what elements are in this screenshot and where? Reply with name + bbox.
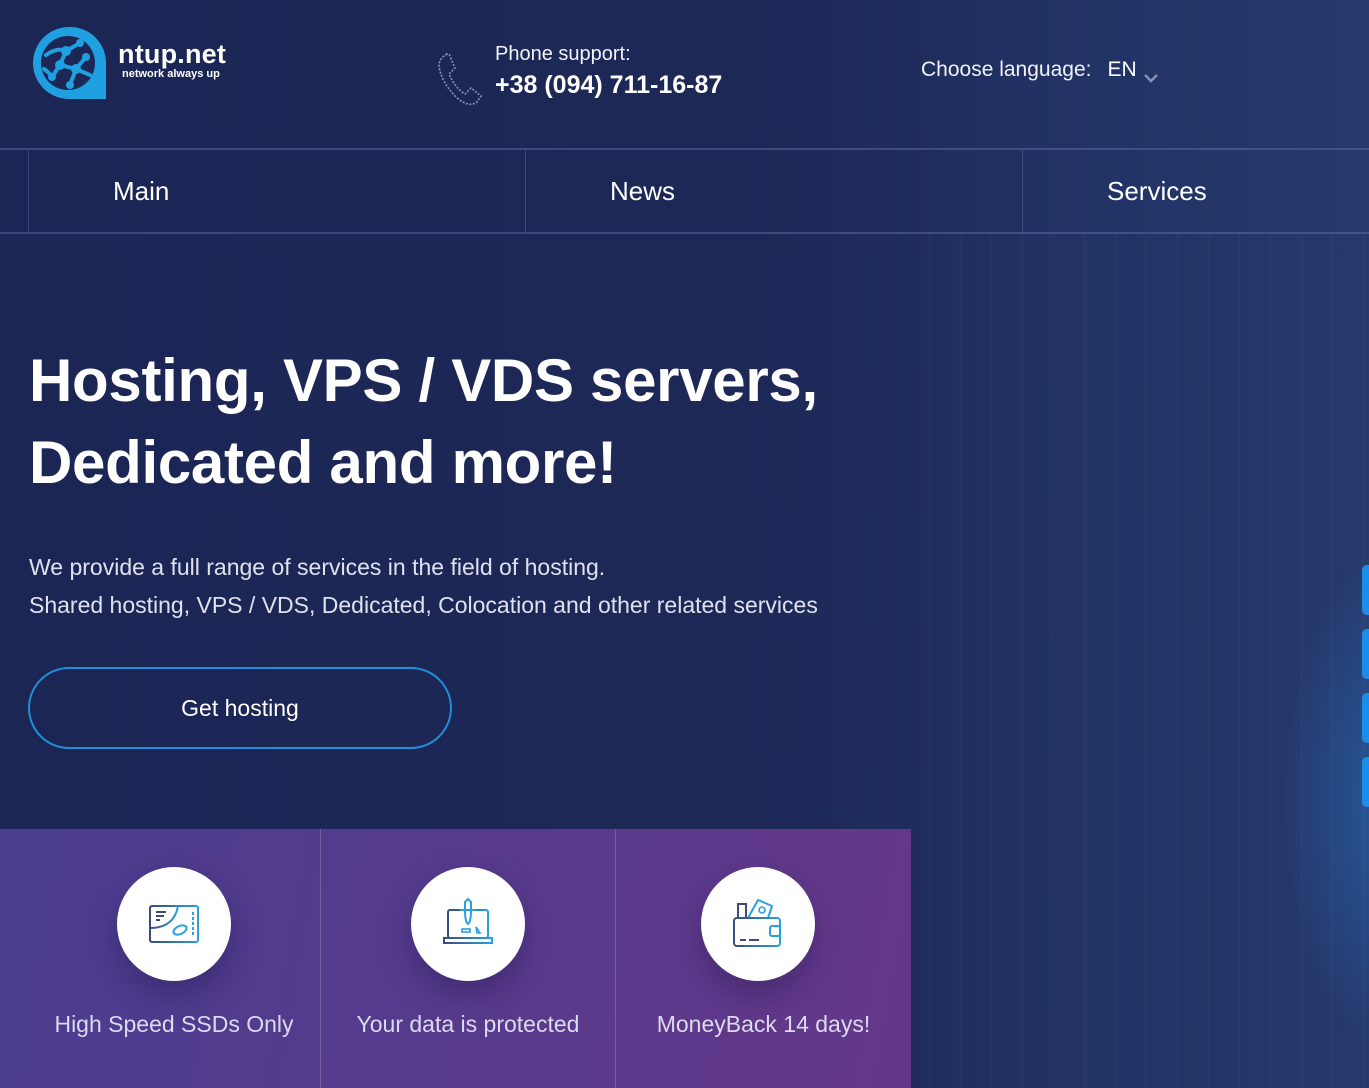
logo-link[interactable]: ntup.net network always up bbox=[30, 25, 226, 101]
nav-item-main[interactable]: Main bbox=[29, 150, 526, 232]
feature-label: MoneyBack 14 days! bbox=[656, 1011, 871, 1037]
hero-subtitle-line: Shared hosting, VPS / VDS, Dedicated, Co… bbox=[29, 592, 818, 618]
side-tab[interactable] bbox=[1362, 693, 1369, 743]
hero-title-line: Hosting, VPS / VDS servers, bbox=[29, 347, 818, 414]
ssd-drive-icon bbox=[146, 896, 202, 952]
side-tab[interactable] bbox=[1362, 629, 1369, 679]
language-value[interactable]: EN bbox=[1107, 58, 1136, 82]
feature-label: High Speed SSDs Only bbox=[54, 1011, 294, 1037]
wallet-money-icon bbox=[730, 896, 786, 952]
nav-item-label: Services bbox=[1107, 175, 1207, 206]
feature-icon-circle bbox=[117, 867, 231, 981]
nav-item-services[interactable]: Services bbox=[1023, 150, 1369, 232]
background-decoration bbox=[900, 234, 1369, 1088]
phone-label: Phone support: bbox=[495, 43, 631, 65]
feature-item: Your data is protected bbox=[321, 829, 616, 1088]
brand-name: ntup.net bbox=[118, 38, 227, 69]
side-tab[interactable] bbox=[1362, 565, 1369, 615]
feature-label: Your data is protected bbox=[356, 1011, 580, 1037]
hero-title: Hosting, VPS / VDS servers, Dedicated an… bbox=[29, 340, 818, 504]
feature-icon-circle bbox=[701, 867, 815, 981]
nav-item-label: Main bbox=[113, 175, 170, 206]
language-label: Choose language: bbox=[921, 58, 1092, 81]
phone-support: Phone support: +38 (094) 711-16-87 bbox=[435, 42, 722, 108]
hero-subtitle-line: We provide a full range of services in t… bbox=[29, 554, 606, 580]
feature-icon-circle bbox=[411, 867, 525, 981]
site-header: ntup.net network always up Phone support… bbox=[0, 0, 1369, 148]
phone-number-link[interactable]: +38 (094) 711-16-87 bbox=[495, 70, 722, 100]
feature-item: High Speed SSDs Only bbox=[0, 829, 321, 1088]
nav-item-news[interactable]: News bbox=[526, 150, 1023, 232]
feature-item: MoneyBack 14 days! bbox=[616, 829, 911, 1088]
nav-item-label: News bbox=[610, 175, 676, 206]
main-nav: Main News Services bbox=[0, 148, 1369, 234]
hero-title-line: Dedicated and more! bbox=[29, 429, 617, 496]
language-selector[interactable]: Choose language: EN bbox=[921, 58, 1159, 83]
phone-icon bbox=[435, 48, 483, 108]
laptop-shield-icon bbox=[440, 896, 496, 952]
nav-divider bbox=[0, 150, 29, 232]
brand-tagline: network always up bbox=[122, 67, 220, 80]
side-tabs bbox=[1362, 565, 1369, 821]
hero-section: Hosting, VPS / VDS servers, Dedicated an… bbox=[29, 340, 818, 624]
side-tab[interactable] bbox=[1362, 757, 1369, 807]
globe-network-logo-icon bbox=[30, 25, 108, 101]
features-panel: High Speed SSDs Only Your data is protec… bbox=[0, 829, 911, 1088]
get-hosting-button[interactable]: Get hosting bbox=[28, 667, 452, 749]
hero-subtitle: We provide a full range of services in t… bbox=[29, 548, 818, 624]
chevron-down-icon[interactable] bbox=[1143, 66, 1159, 83]
